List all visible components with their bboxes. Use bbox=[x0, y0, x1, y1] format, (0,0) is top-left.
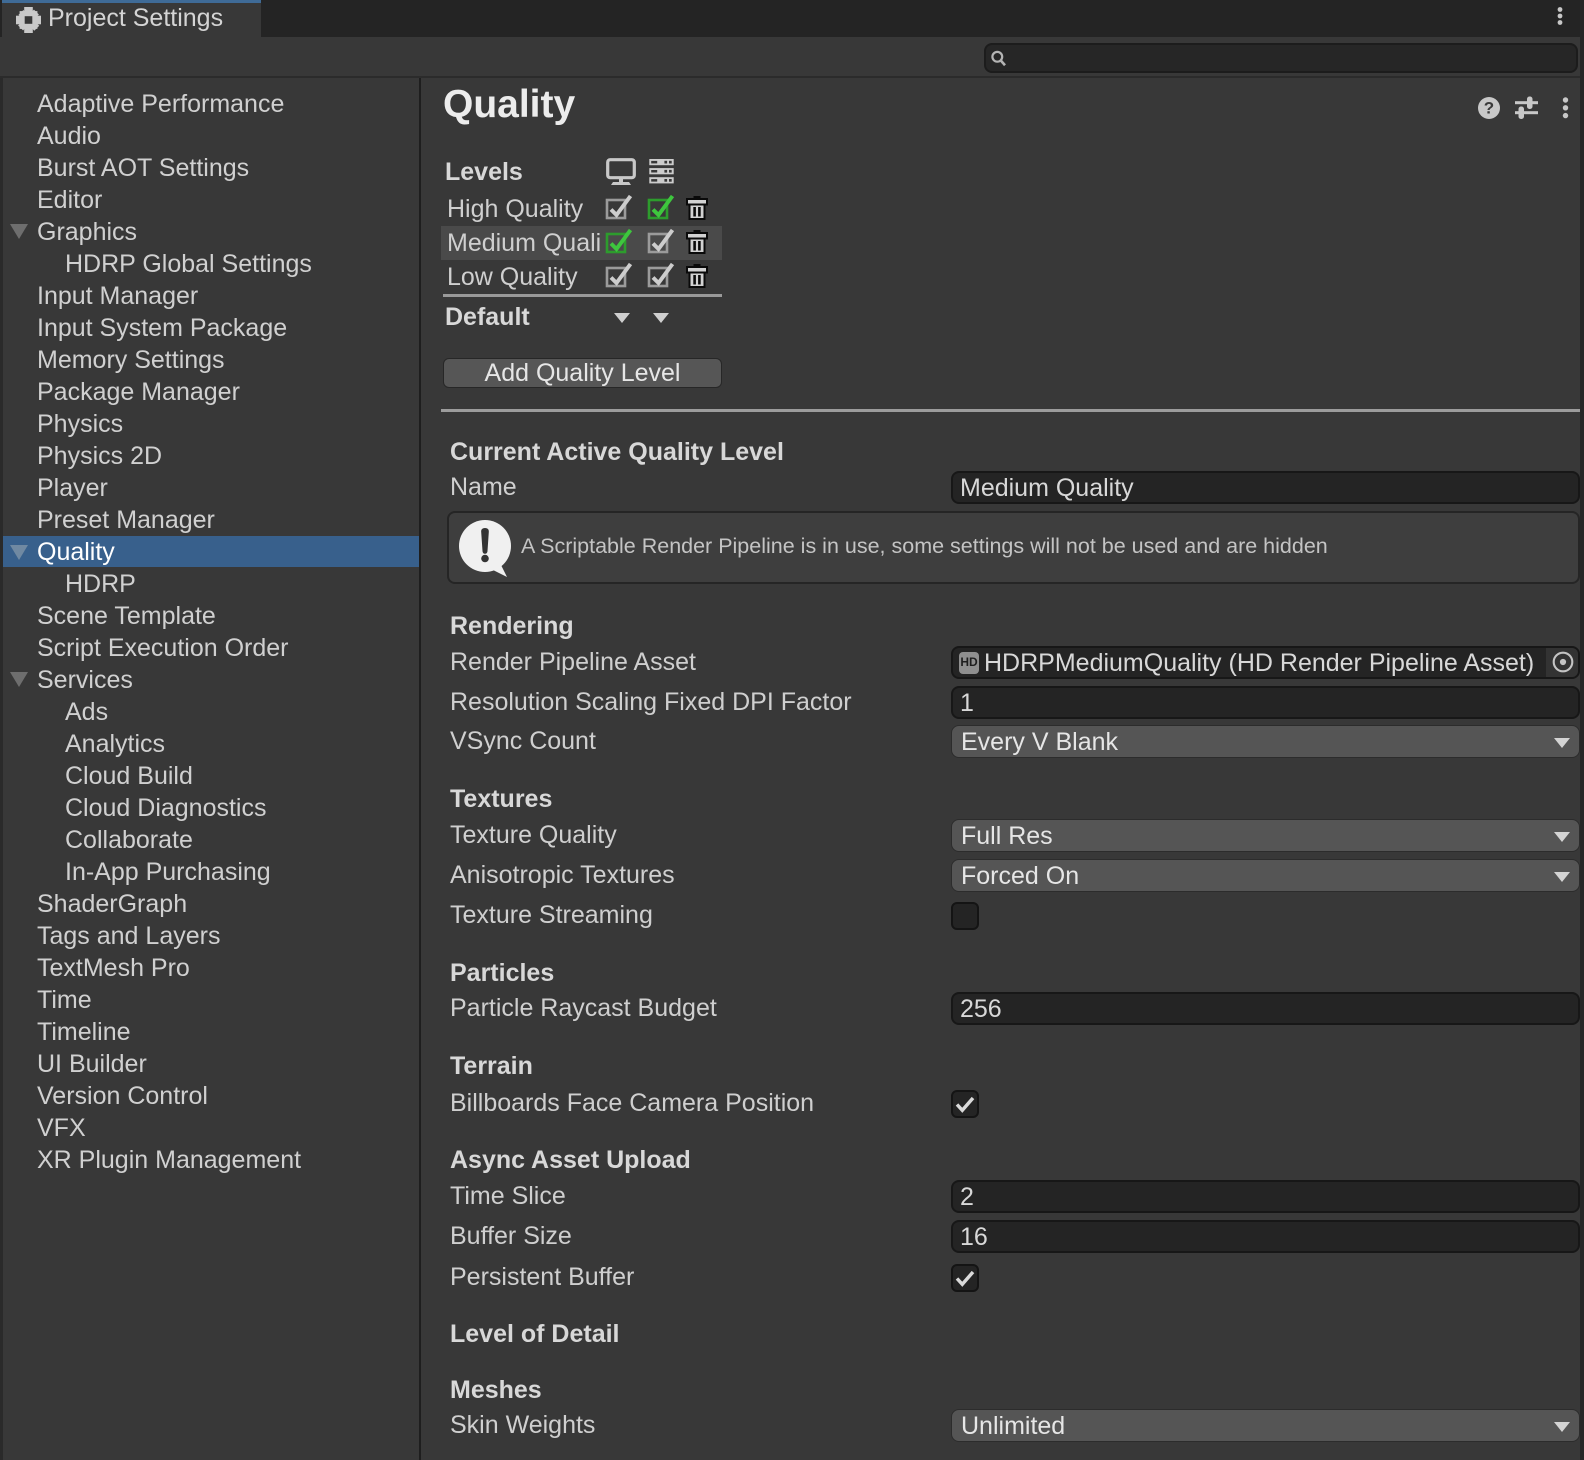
svg-text:?: ? bbox=[1484, 99, 1494, 118]
